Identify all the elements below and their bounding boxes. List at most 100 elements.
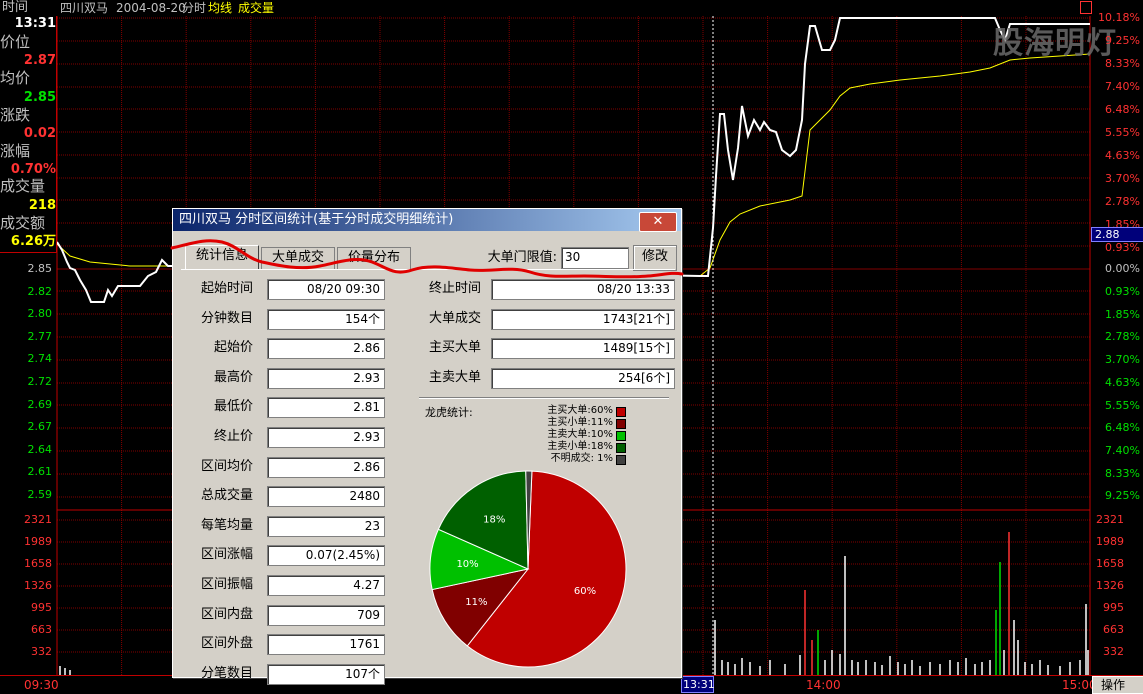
pct-tick: 5.55% bbox=[1105, 126, 1140, 139]
volume-toggle[interactable]: 成交量 bbox=[238, 1, 274, 15]
stat-value: 254[6个] bbox=[491, 367, 675, 389]
pct-tick: 8.33% bbox=[1105, 57, 1140, 70]
pct-tick: 7.40% bbox=[1105, 80, 1140, 93]
price-tick: 2.59 bbox=[27, 488, 53, 501]
price-tick: 2.82 bbox=[27, 284, 53, 298]
cursor-price-tag: 2.88 bbox=[1091, 227, 1143, 242]
volume-label: 成交量 bbox=[0, 177, 46, 195]
stat-label: 每笔均量 bbox=[200, 517, 253, 533]
interval-stats-dialog: 四川双马 分时区间统计(基于分时成交明细统计) ✕ 统计信息 大单成交 价量分布… bbox=[172, 208, 682, 685]
stat-label: 主买大单 bbox=[428, 340, 481, 356]
stat-label: 起始价 bbox=[213, 340, 253, 356]
chart-date: 2004-08-20 bbox=[116, 1, 186, 15]
stat-label: 区间内盘 bbox=[200, 606, 253, 622]
stat-value: 1743[21个] bbox=[491, 308, 675, 330]
stats-panel bbox=[181, 269, 675, 270]
price-tick: 2.67 bbox=[27, 420, 53, 434]
stat-value: 2480 bbox=[267, 486, 385, 508]
time-cursor-tag: 13:31 bbox=[681, 676, 715, 693]
pct-tick: 3.70% bbox=[1105, 172, 1140, 185]
amount-value: 6.26万 bbox=[10, 234, 56, 249]
pct-tick: 5.55% bbox=[1105, 398, 1140, 412]
dialog-title: 四川双马 分时区间统计(基于分时成交明细统计) bbox=[179, 212, 454, 227]
threshold-label: 大单门限值: bbox=[487, 250, 557, 265]
legend-swatch bbox=[616, 407, 626, 417]
stat-value: 4.27 bbox=[267, 575, 385, 596]
price-tick: 2.61 bbox=[27, 465, 53, 479]
stat-value: 2.81 bbox=[267, 397, 385, 419]
legend-label: 主卖小单:18% bbox=[547, 441, 613, 452]
stat-label: 起始时间 bbox=[200, 281, 253, 296]
pct-tick: 0.93% bbox=[1105, 285, 1140, 298]
price-label: 价位 bbox=[0, 33, 31, 51]
pct-tick: 7.40% bbox=[1105, 443, 1140, 457]
tab-price-volume[interactable]: 价量分布 bbox=[337, 247, 411, 270]
volume-tick-right: 1326 bbox=[1096, 579, 1124, 592]
pct-tick: 2.78% bbox=[1105, 330, 1140, 344]
modify-button[interactable]: 修改 bbox=[633, 245, 677, 271]
pct-tick: 10.18% bbox=[1098, 11, 1140, 24]
time-cursor-value: 13:31 bbox=[683, 678, 715, 691]
stat-value: 0.07(2.45%) bbox=[267, 545, 385, 567]
legend-label: 主卖大单:10% bbox=[547, 429, 613, 440]
legend-label: 主买小单:11% bbox=[547, 417, 613, 428]
pct-tick: 9.25% bbox=[1105, 489, 1140, 503]
stat-label: 区间均价 bbox=[200, 458, 253, 474]
pie-title: 龙虎统计: bbox=[425, 406, 473, 419]
price-tick: 2.74 bbox=[27, 352, 53, 366]
price-tick: 2.69 bbox=[27, 397, 53, 411]
volume-tick-right: 332 bbox=[1103, 645, 1124, 658]
stat-label: 终止价 bbox=[213, 429, 253, 444]
stat-value: 107个 bbox=[267, 663, 385, 685]
avg-label: 均价 bbox=[0, 69, 31, 87]
stock-name: 四川双马 bbox=[60, 1, 109, 15]
avg-line-toggle[interactable]: 均线 bbox=[208, 1, 232, 15]
pie-slice-label: 18% bbox=[483, 514, 505, 525]
volume-tick: 1658 bbox=[24, 557, 52, 570]
volume-tick: 332 bbox=[31, 645, 52, 658]
volume-tick-right: 663 bbox=[1103, 623, 1124, 636]
stat-value: 1761 bbox=[267, 634, 385, 656]
stat-label: 区间外盘 bbox=[200, 636, 253, 652]
pie-divider bbox=[419, 397, 669, 398]
volume-value: 218 bbox=[28, 198, 56, 213]
stat-label: 区间涨幅 bbox=[200, 547, 253, 563]
stat-value: 23 bbox=[267, 515, 385, 537]
amount-label: 成交额 bbox=[0, 214, 46, 232]
stat-label: 大单成交 bbox=[428, 310, 481, 326]
threshold-input[interactable]: 30 bbox=[561, 247, 629, 269]
pct-tick: 4.63% bbox=[1105, 375, 1140, 389]
price-tick: 2.80 bbox=[27, 307, 53, 321]
dialog-title-bar[interactable]: 四川双马 分时区间统计(基于分时成交明细统计) ✕ bbox=[173, 209, 681, 232]
tab-large-orders[interactable]: 大单成交 bbox=[261, 247, 335, 270]
info-panel: 13:31 价位 2.87 均价 2.85 涨跌 0.02 涨幅 0.70% 成… bbox=[0, 16, 57, 253]
stat-value: 1489[15个] bbox=[491, 338, 675, 360]
price-tick: 2.72 bbox=[27, 375, 53, 388]
stat-value: 2.93 bbox=[267, 367, 385, 389]
chart-header: 时间 四川双马 2004-08-20 分时 均线 成交量 bbox=[0, 0, 1143, 16]
volume-tick-right: 995 bbox=[1103, 601, 1124, 614]
stat-label: 总成交量 bbox=[200, 488, 253, 504]
time-mid: 14:00 bbox=[806, 678, 841, 692]
pct-tick: 6.48% bbox=[1105, 421, 1140, 435]
stat-label: 最高价 bbox=[213, 369, 253, 385]
change-value: 0.02 bbox=[23, 126, 56, 141]
pct-tick: 9.25% bbox=[1105, 34, 1140, 47]
dragon-tiger-pie-chart: 60% 11% 10% 18% bbox=[429, 470, 627, 668]
price-value: 2.87 bbox=[23, 53, 56, 68]
chart-mode: 分时 bbox=[182, 1, 207, 15]
pct-tick: 6.48% bbox=[1105, 103, 1140, 116]
stat-value: 709 bbox=[267, 604, 385, 626]
time-header: 时间 bbox=[2, 0, 29, 15]
stat-label: 分钟数目 bbox=[200, 310, 253, 326]
price-tick: 2.85 bbox=[27, 262, 53, 275]
close-button[interactable]: ✕ bbox=[639, 212, 677, 232]
pct-tick: 3.70% bbox=[1105, 353, 1140, 367]
operations-button[interactable]: 操作 bbox=[1092, 676, 1143, 694]
tab-statistics[interactable]: 统计信息 bbox=[185, 245, 259, 270]
stat-value: 2.86 bbox=[267, 338, 385, 360]
stat-value: 08/20 13:33 bbox=[491, 279, 675, 300]
legend-swatch bbox=[616, 443, 626, 453]
window-corner-button[interactable] bbox=[1080, 1, 1092, 14]
pct-tick: 2.78% bbox=[1105, 195, 1140, 208]
